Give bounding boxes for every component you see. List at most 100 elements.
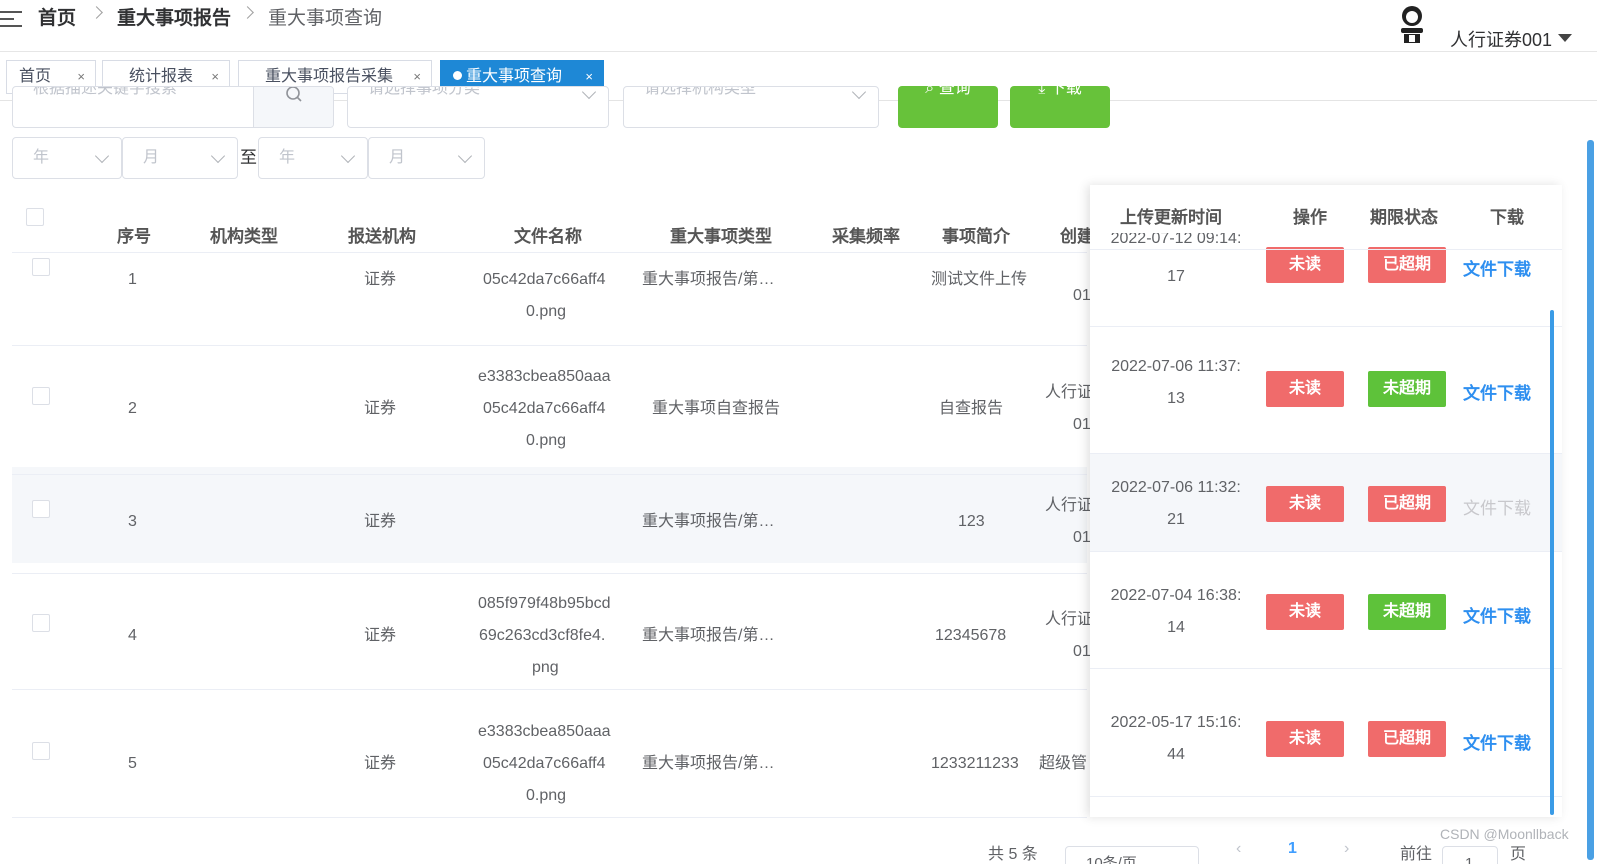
row-checkbox[interactable] (32, 614, 50, 632)
chevron-down-icon (210, 148, 226, 164)
upload-time-text: 2022-07-12 09:14: (1110, 233, 1242, 247)
row-org: 证券 (364, 755, 397, 772)
row-index: 1 (128, 271, 137, 288)
month-placeholder: 月 (389, 149, 406, 166)
user-dropdown-icon[interactable] (1558, 34, 1572, 42)
chevron-down-icon (94, 148, 110, 164)
row-file-line: 0.png (526, 303, 567, 320)
file-download-link[interactable]: 文件下载 (1463, 602, 1531, 627)
row-checkbox[interactable] (32, 742, 50, 760)
range-to-label: 至 (240, 148, 257, 167)
status-badge: 未超期 (1368, 371, 1446, 407)
row-index: 3 (128, 513, 137, 530)
row-checkbox[interactable] (32, 258, 50, 276)
start-month-select[interactable]: 月 (122, 137, 238, 179)
page-size-select[interactable]: 10条/页 (1065, 846, 1199, 864)
start-year-select[interactable]: 年 (12, 137, 122, 179)
pagination-total: 共 5 条 (988, 846, 1038, 863)
row-file-line: e3383cbea850aaa (478, 368, 611, 385)
file-download-link[interactable]: 文件下载 (1463, 729, 1531, 754)
row-event-type: 重大事项报告/第… (642, 271, 775, 288)
page-unit: 页 (1510, 846, 1527, 863)
col-brief: 事项简介 (942, 227, 1010, 246)
upload-time-line: 2022-07-06 11:32: (1111, 479, 1241, 496)
row-org: 证券 (364, 271, 397, 288)
row-creator-line: 超级管 (1039, 755, 1088, 772)
fixed-right-columns: 上传更新时间 操作 期限状态 下载 2022-07-12 09:14: 17 未… (1090, 185, 1562, 817)
unread-button[interactable]: 未读 (1266, 721, 1344, 757)
col-creator: 创建 (1060, 227, 1094, 246)
upload-time-line: 2022-07-04 16:38: (1110, 587, 1242, 604)
row-file-line: 0.png (526, 787, 567, 804)
row-file-line: 085f979f48b95bcd (478, 595, 611, 612)
current-page[interactable]: 1 (1288, 840, 1297, 858)
row-creator-line: 01 (1073, 416, 1091, 433)
chevron-down-icon (457, 148, 473, 164)
col-org-type: 机构类型 (210, 227, 278, 246)
select-all-checkbox[interactable] (26, 208, 44, 226)
breadcrumb-separator-icon (241, 6, 254, 19)
status-badge: 已超期 (1368, 721, 1446, 757)
goto-label: 前往 (1400, 846, 1433, 863)
row-file-line: png (532, 659, 559, 676)
next-page-icon[interactable]: › (1344, 840, 1349, 858)
col-frequency: 采集频率 (832, 227, 900, 246)
row-brief: 123 (958, 513, 985, 530)
col-download: 下载 (1490, 208, 1524, 227)
upload-time-line: 2022-07-06 11:37: (1111, 358, 1241, 375)
row-event-type: 重大事项自查报告 (652, 400, 781, 417)
user-avatar-icon[interactable] (1398, 4, 1426, 44)
watermark: CSDN @Moonllback (1440, 826, 1569, 842)
end-year-select[interactable]: 年 (258, 137, 368, 179)
file-download-link[interactable]: 文件下载 (1463, 379, 1531, 404)
top-bar: 首页 重大事项报告 重大事项查询 人行证券001 (0, 0, 1597, 52)
row-checkbox[interactable] (32, 387, 50, 405)
row-creator-line: 人行证 (1045, 384, 1090, 401)
goto-value: 1 (1465, 855, 1474, 864)
row-index: 2 (128, 400, 137, 417)
upload-time-line: 13 (1167, 390, 1185, 407)
unread-button[interactable]: 未读 (1266, 371, 1344, 407)
chevron-down-icon (340, 148, 356, 164)
fixed-row: 2022-05-17 15:16: 44 未读 已超期 文件下载 (1090, 669, 1562, 797)
col-deadline-status: 期限状态 (1370, 208, 1438, 227)
status-badge: 已超期 (1368, 247, 1446, 283)
file-download-link[interactable]: 文件下载 (1463, 255, 1531, 280)
breadcrumb-current: 重大事项查询 (268, 8, 383, 29)
upload-time-line: 21 (1167, 511, 1185, 528)
row-checkbox[interactable] (32, 500, 50, 518)
month-placeholder: 月 (143, 149, 160, 166)
col-org: 报送机构 (348, 227, 416, 246)
page-scrollbar[interactable] (1587, 140, 1594, 860)
unread-button[interactable]: 未读 (1266, 594, 1344, 630)
row-divider (12, 474, 1087, 475)
row-brief: 自查报告 (939, 400, 1004, 417)
fixed-header-divider (1090, 249, 1562, 250)
user-name[interactable]: 人行证券001 (1450, 26, 1552, 52)
prev-page-icon[interactable]: ‹ (1236, 840, 1241, 858)
upload-time-line: 2022-05-17 15:16: (1110, 714, 1242, 731)
breadcrumb-home[interactable]: 首页 (38, 6, 76, 32)
row-creator-line: 01 (1073, 643, 1091, 660)
year-placeholder: 年 (33, 149, 50, 166)
row-creator-line: 人行证 (1045, 497, 1090, 514)
row-index: 5 (128, 755, 137, 772)
menu-toggle-icon[interactable] (0, 9, 24, 29)
row-divider (12, 689, 1087, 690)
table-scrollbar[interactable] (1550, 310, 1554, 815)
row-index: 4 (128, 627, 137, 644)
unread-button[interactable]: 未读 (1266, 486, 1344, 522)
page-size-label: 10条/页 (1086, 855, 1137, 864)
row-hover-highlight (12, 467, 1087, 563)
row-org: 证券 (364, 513, 397, 530)
unread-button[interactable]: 未读 (1266, 247, 1344, 283)
col-upload-time: 上传更新时间 (1120, 208, 1222, 227)
status-badge: 未超期 (1368, 594, 1446, 630)
row-event-type: 重大事项报告/第… (642, 627, 775, 644)
col-operation: 操作 (1293, 208, 1327, 227)
row-org: 证券 (364, 400, 397, 417)
goto-page-input[interactable]: 1 (1442, 846, 1498, 864)
breadcrumb-report[interactable]: 重大事项报告 (117, 6, 231, 32)
end-month-select[interactable]: 月 (368, 137, 485, 179)
row-file-line: e3383cbea850aaa (478, 723, 611, 740)
